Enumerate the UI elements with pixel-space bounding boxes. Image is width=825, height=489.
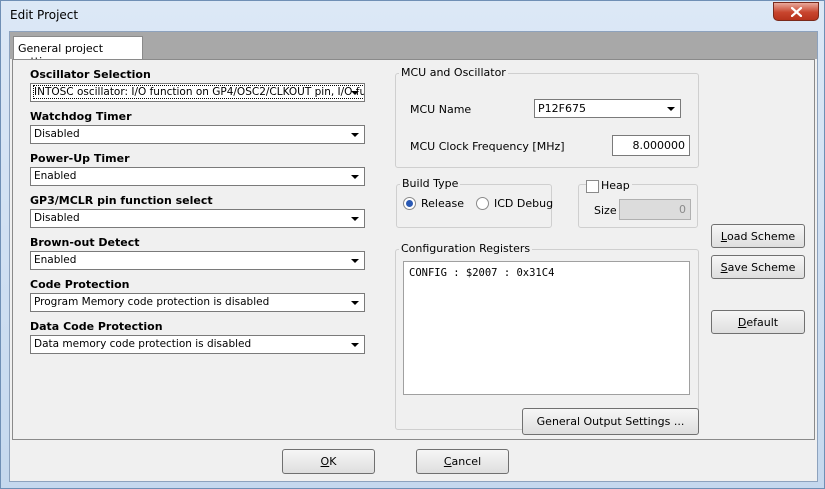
icd-debug-radio-label[interactable]: ICD Debug (494, 197, 553, 210)
heap-checkbox-label[interactable]: Heap (599, 179, 632, 192)
edit-project-dialog: Edit Project General project settings Os… (0, 0, 825, 489)
configuration-registers-text[interactable]: CONFIG : $2007 : 0x31C4 (403, 261, 690, 395)
power-up-timer-value: Enabled (34, 170, 77, 182)
power-up-timer-label: Power-Up Timer (30, 152, 130, 165)
ok-button[interactable]: OK (282, 449, 375, 474)
code-protection-dropdown[interactable]: Program Memory code protection is disabl… (30, 293, 365, 312)
chevron-down-icon (348, 254, 362, 267)
brown-out-detect-label: Brown-out Detect (30, 236, 140, 249)
general-output-settings-button[interactable]: General Output Settings ... (522, 408, 699, 435)
heap-size-label: Size (594, 204, 617, 217)
ok-button-mnemonic: O (320, 455, 330, 468)
brown-out-detect-value: Enabled (34, 254, 77, 266)
heap-checkbox[interactable] (586, 180, 599, 193)
close-icon (790, 6, 802, 17)
watchdog-timer-label: Watchdog Timer (30, 110, 132, 123)
window-title: Edit Project (10, 8, 79, 22)
title-bar[interactable]: Edit Project (1, 1, 824, 31)
oscillator-selection-dropdown[interactable]: INTOSC oscillator: I/O function on GP4/O… (30, 83, 365, 102)
chevron-down-icon (348, 338, 362, 351)
mclr-pin-function-value: Disabled (34, 212, 80, 224)
mclr-pin-function-dropdown[interactable]: Disabled (30, 209, 365, 228)
tab-general-project-settings[interactable]: General project settings (13, 36, 143, 68)
default-button-label: efault (746, 315, 779, 329)
close-button[interactable] (773, 2, 819, 21)
save-scheme-button-label: ave Scheme (727, 260, 796, 274)
code-protection-value: Program Memory code protection is disabl… (34, 296, 270, 308)
cancel-button[interactable]: Cancel (416, 449, 509, 474)
oscillator-selection-value: INTOSC oscillator: I/O function on GP4/O… (32, 85, 364, 99)
default-button[interactable]: Default (711, 310, 805, 334)
chevron-down-icon (348, 128, 362, 141)
chevron-down-icon (348, 296, 362, 309)
mcu-oscillator-group-label: MCU and Oscillator (399, 66, 508, 79)
cancel-button-mnemonic: C (443, 455, 452, 468)
chevron-down-icon (348, 212, 362, 225)
save-scheme-button[interactable]: Save Scheme (711, 255, 805, 279)
code-protection-label: Code Protection (30, 278, 130, 291)
build-type-group-label: Build Type (400, 177, 461, 190)
power-up-timer-dropdown[interactable]: Enabled (30, 167, 365, 186)
save-scheme-button-mnemonic: S (720, 260, 728, 274)
release-radio[interactable] (403, 197, 416, 210)
data-code-protection-value: Data memory code protection is disabled (34, 338, 252, 350)
mcu-name-dropdown[interactable]: P12F675 (534, 99, 681, 118)
tab-panel-general: Oscillator Selection INTOSC oscillator: … (12, 59, 815, 440)
mcu-name-label: MCU Name (410, 103, 472, 116)
load-scheme-button-label: oad Scheme (726, 229, 796, 243)
cancel-button-label: ancel (451, 455, 482, 468)
load-scheme-button[interactable]: Load Scheme (711, 224, 805, 248)
data-code-protection-label: Data Code Protection (30, 320, 163, 333)
data-code-protection-dropdown[interactable]: Data memory code protection is disabled (30, 335, 365, 354)
mcu-clock-frequency-label: MCU Clock Frequency [MHz] (410, 140, 565, 153)
mclr-pin-function-label: GP3/MCLR pin function select (30, 194, 213, 207)
icd-debug-radio[interactable] (476, 197, 489, 210)
release-radio-label[interactable]: Release (421, 197, 464, 210)
mcu-clock-frequency-input[interactable]: 8.000000 (612, 135, 690, 156)
watchdog-timer-dropdown[interactable]: Disabled (30, 125, 365, 144)
oscillator-selection-label: Oscillator Selection (30, 68, 151, 81)
chevron-down-icon (348, 86, 362, 99)
brown-out-detect-dropdown[interactable]: Enabled (30, 251, 365, 270)
chevron-down-icon (348, 170, 362, 183)
dialog-client-area: General project settings Oscillator Sele… (9, 31, 818, 482)
ok-button-label: K (329, 455, 337, 468)
chevron-down-icon (664, 102, 678, 115)
watchdog-timer-value: Disabled (34, 128, 80, 140)
mcu-name-value: P12F675 (538, 102, 586, 115)
configuration-registers-group-label: Configuration Registers (399, 242, 533, 255)
heap-size-input[interactable]: 0 (619, 199, 691, 220)
default-button-mnemonic: D (737, 315, 747, 329)
